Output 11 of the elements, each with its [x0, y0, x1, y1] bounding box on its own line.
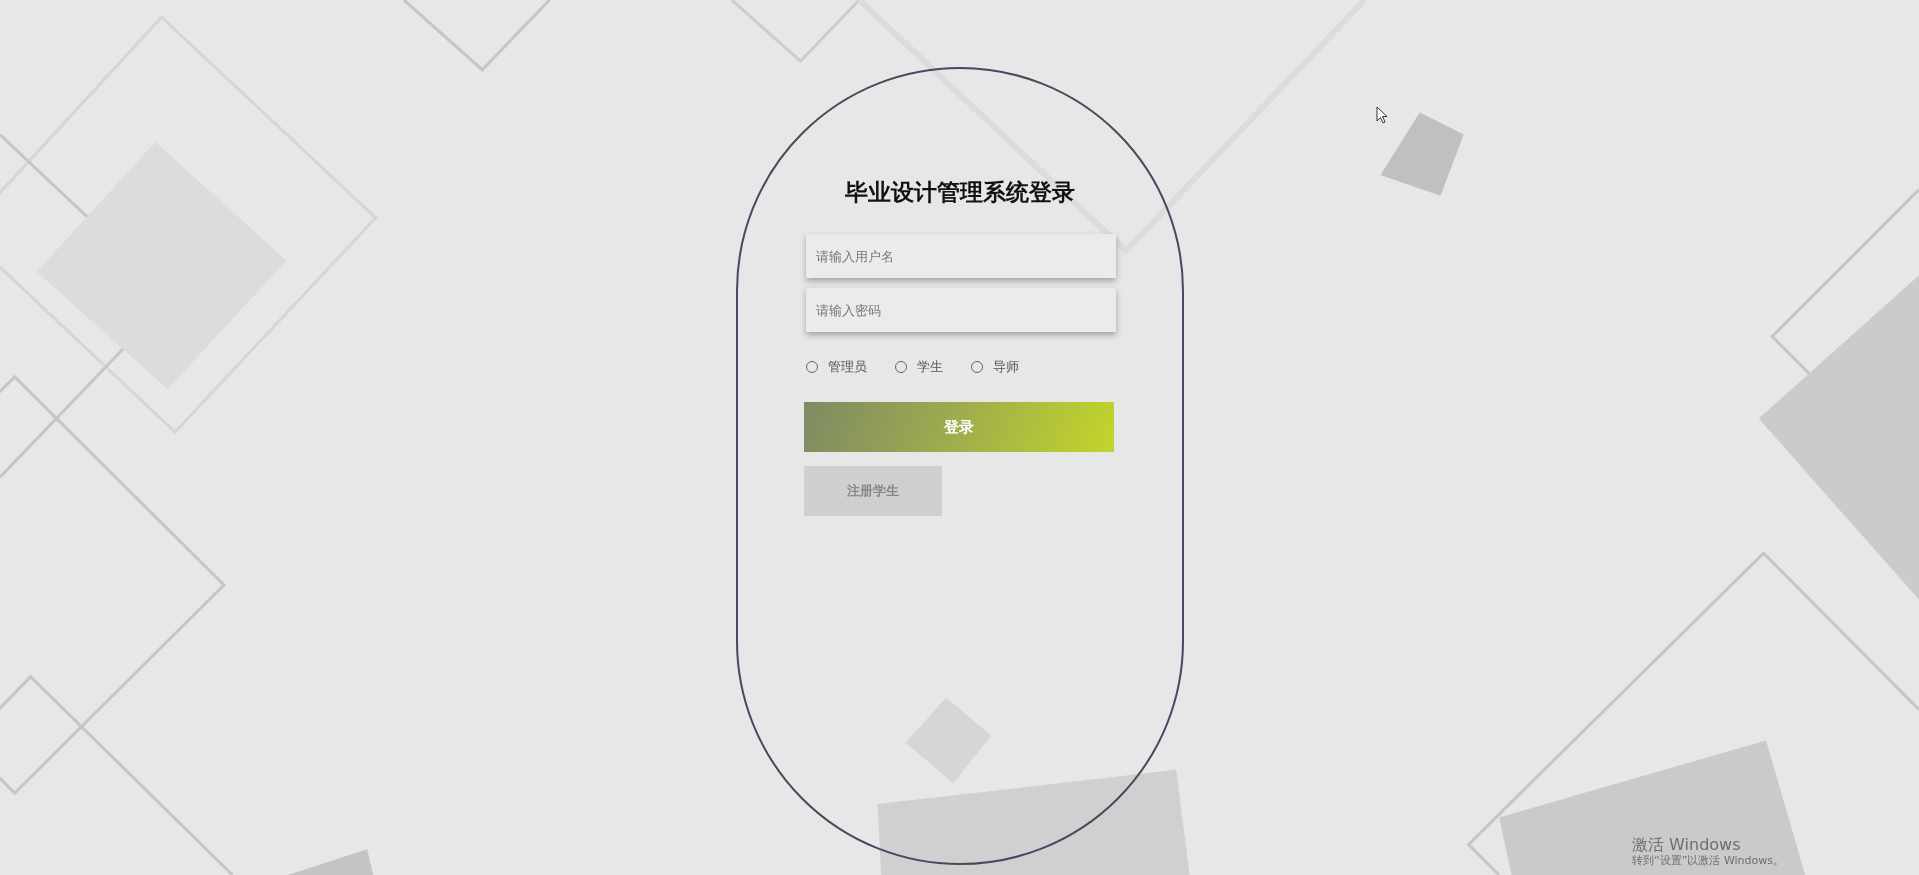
login-button[interactable]: 登录 — [804, 402, 1114, 452]
cursor-icon — [1376, 106, 1388, 124]
activation-text: 转到“设置”以激活 Windows。 — [1632, 854, 1784, 868]
activation-title: 激活 Windows — [1632, 836, 1742, 854]
input-field[interactable]: 请输入用户名 — [806, 234, 1116, 278]
input-field[interactable]: 请输入密码 — [806, 288, 1116, 332]
role-label: 学生 — [917, 358, 943, 376]
role-label: 导师 — [993, 358, 1019, 376]
login-title: 毕业设计管理系统登录 — [845, 178, 1075, 207]
register-button[interactable]: 注册学生 — [804, 466, 942, 516]
role-label: 管理员 — [828, 358, 867, 376]
